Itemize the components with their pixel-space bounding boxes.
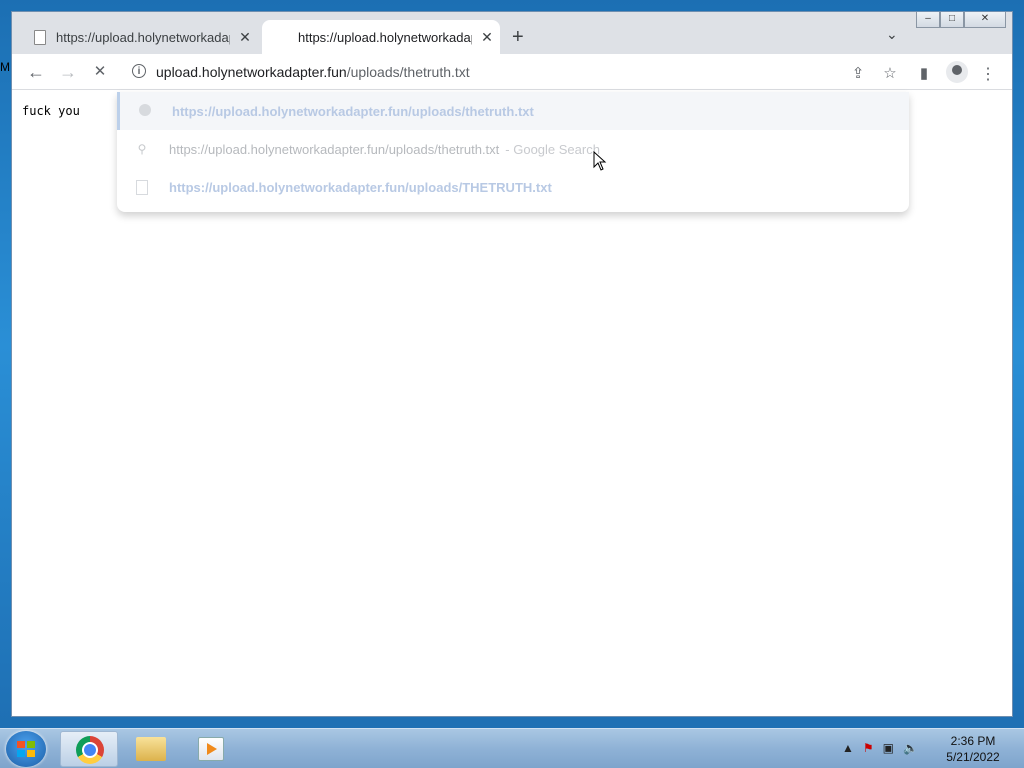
suggestion-text: https://upload.holynetworkadapter.fun/up… xyxy=(169,179,552,195)
suggestion-item[interactable]: https://upload.holynetworkadapter.fun/up… xyxy=(117,168,909,206)
browser-toolbar: ← → ✕ i upload.holynetworkadapter.fun/up… xyxy=(12,54,1012,90)
suggestion-text: https://upload.holynetworkadapter.fun/up… xyxy=(172,103,534,119)
address-text[interactable]: upload.holynetworkadapter.fun/uploads/th… xyxy=(156,64,470,80)
mouse-cursor-icon xyxy=(593,151,607,171)
text-file-content: fuck you xyxy=(22,104,80,118)
search-icon: ⚲ xyxy=(137,142,147,156)
tab-inactive[interactable]: https://upload.holynetworkadapter.fun/up… xyxy=(22,20,262,54)
media-player-icon xyxy=(198,737,224,761)
suggestion-text: https://upload.holynetworkadapter.fun/up… xyxy=(169,141,500,157)
address-path: /uploads/thetruth.txt xyxy=(346,64,470,80)
taskbar-media-player[interactable] xyxy=(184,731,242,767)
tab-close-icon[interactable]: ✕ xyxy=(478,29,496,46)
maximize-button[interactable]: □ xyxy=(940,12,964,28)
window-close-button[interactable]: ✕ xyxy=(964,12,1006,28)
site-info-icon[interactable]: i xyxy=(132,64,146,78)
menu-kebab-icon[interactable]: ⋮ xyxy=(978,64,998,84)
tab-strip: https://upload.holynetworkadapter.fun/up… xyxy=(12,12,1012,54)
taskbar: ▲ ⚑ ▣ 🔈 2:36 PM 5/21/2022 xyxy=(0,728,1024,768)
omnibox-suggestions: https://upload.holynetworkadapter.fun/up… xyxy=(117,92,909,212)
chrome-icon xyxy=(76,736,104,764)
show-hidden-icons[interactable]: ▲ xyxy=(842,741,854,755)
tab-title: https://upload.holynetworkadapter.fun/up… xyxy=(56,29,230,45)
tab-search-chevron-icon[interactable]: ⌄ xyxy=(886,26,898,43)
share-icon[interactable]: ⇪ xyxy=(848,64,868,82)
side-panel-icon[interactable]: ▮ xyxy=(914,64,934,82)
volume-icon[interactable]: 🔈 xyxy=(903,741,918,755)
window-controls: – □ ✕ xyxy=(916,12,1006,30)
suggestion-item[interactable]: https://upload.holynetworkadapter.fun/up… xyxy=(117,92,909,130)
start-button[interactable] xyxy=(6,731,46,767)
suggestion-item[interactable]: ⚲ https://upload.holynetworkadapter.fun/… xyxy=(117,130,909,168)
document-icon xyxy=(135,180,149,195)
address-host: upload.holynetworkadapter.fun xyxy=(156,64,347,80)
taskbar-explorer[interactable] xyxy=(122,731,180,767)
tab-active[interactable]: https://upload.holynetworkadapter.fun/up… xyxy=(262,20,500,54)
globe-icon xyxy=(138,104,152,118)
tab-title: https://upload.holynetworkadapter.fun/up… xyxy=(298,29,472,45)
clock[interactable]: 2:36 PM 5/21/2022 xyxy=(930,733,1016,765)
network-icon[interactable]: ▣ xyxy=(883,741,894,755)
back-button[interactable]: ← xyxy=(24,60,48,84)
clock-time: 2:36 PM xyxy=(950,734,996,748)
bookmark-star-icon[interactable]: ☆ xyxy=(880,64,900,82)
new-tab-button[interactable]: + xyxy=(512,26,524,49)
system-tray: ▲ ⚑ ▣ 🔈 xyxy=(842,741,918,755)
minimize-button[interactable]: – xyxy=(916,12,940,28)
forward-button[interactable]: → xyxy=(56,60,80,84)
suggestion-suffix: - Google Search xyxy=(505,141,600,157)
tab-close-icon[interactable]: ✕ xyxy=(236,29,254,46)
chrome-window: https://upload.holynetworkadapter.fun/up… xyxy=(11,11,1013,717)
profile-avatar-icon[interactable] xyxy=(946,61,968,83)
page-icon xyxy=(34,29,46,45)
taskbar-chrome[interactable] xyxy=(60,731,118,767)
action-center-icon[interactable]: ⚑ xyxy=(863,741,874,755)
stop-loading-button[interactable]: ✕ xyxy=(88,60,112,84)
folder-icon xyxy=(136,737,166,761)
clock-date: 5/21/2022 xyxy=(946,750,1000,764)
address-bar[interactable]: i upload.holynetworkadapter.fun/uploads/… xyxy=(118,56,906,88)
